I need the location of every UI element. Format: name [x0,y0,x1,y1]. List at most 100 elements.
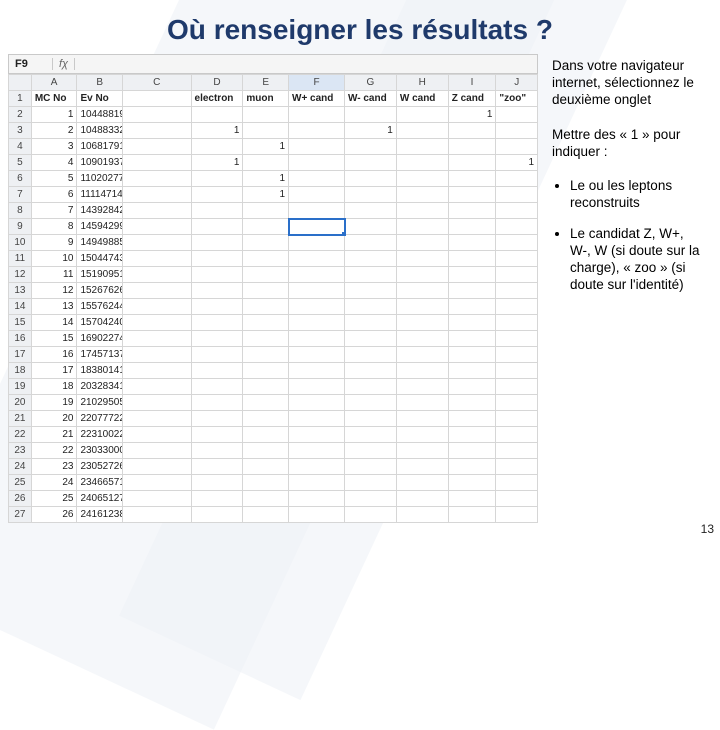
cell[interactable] [191,459,243,475]
cell[interactable] [191,235,243,251]
cell[interactable] [345,363,397,379]
cell[interactable] [496,171,538,187]
col-header-C[interactable]: C [123,75,191,91]
cell[interactable] [345,107,397,123]
cell[interactable] [345,411,397,427]
row-header[interactable]: 15 [9,315,32,331]
cell[interactable] [345,331,397,347]
row-header[interactable]: 14 [9,299,32,315]
cell[interactable] [396,491,448,507]
cell[interactable] [345,187,397,203]
header-cell[interactable]: Z cand [448,91,496,107]
cell[interactable] [191,491,243,507]
cell[interactable] [448,155,496,171]
cell[interactable] [243,459,289,475]
cell[interactable] [345,139,397,155]
cell[interactable] [345,443,397,459]
cell[interactable] [345,475,397,491]
cell[interactable] [496,235,538,251]
cell[interactable] [345,507,397,523]
cell[interactable] [123,267,191,283]
cell[interactable] [191,171,243,187]
cell[interactable] [448,283,496,299]
name-box[interactable]: F9 [9,58,53,70]
cell[interactable]: 152676268 [77,283,123,299]
row-header[interactable]: 3 [9,123,32,139]
row-header[interactable]: 2 [9,107,32,123]
cell[interactable]: 157042403 [77,315,123,331]
cell[interactable] [496,299,538,315]
row-header[interactable]: 8 [9,203,32,219]
cell[interactable] [191,379,243,395]
cell[interactable] [448,251,496,267]
cell[interactable] [243,347,289,363]
col-header-H[interactable]: H [396,75,448,91]
cell[interactable]: 220777227 [77,411,123,427]
cell[interactable] [123,107,191,123]
cell[interactable] [345,459,397,475]
cell[interactable]: 5 [31,171,77,187]
cell[interactable] [289,123,345,139]
cell[interactable] [496,267,538,283]
cell[interactable] [448,235,496,251]
cell[interactable]: 106817913 [77,139,123,155]
cell[interactable] [123,171,191,187]
cell[interactable]: 169022745 [77,331,123,347]
cell[interactable] [496,507,538,523]
cell[interactable] [243,507,289,523]
row-header[interactable]: 4 [9,139,32,155]
cell[interactable] [496,491,538,507]
cell[interactable] [448,267,496,283]
fx-icon[interactable]: fχ [53,58,75,70]
cell[interactable]: 210295050 [77,395,123,411]
cell[interactable]: 10 [31,251,77,267]
cell[interactable] [496,443,538,459]
row-header[interactable]: 24 [9,459,32,475]
cell[interactable] [496,347,538,363]
cell[interactable]: 9 [31,235,77,251]
col-header-J[interactable]: J [496,75,538,91]
cell[interactable] [123,427,191,443]
row-header[interactable]: 7 [9,187,32,203]
cell[interactable] [289,171,345,187]
cell[interactable]: 21 [31,427,77,443]
cell[interactable] [191,267,243,283]
cell[interactable]: 143928422 [77,203,123,219]
cell[interactable]: 1 [448,107,496,123]
cell[interactable] [345,347,397,363]
cell[interactable] [243,107,289,123]
corner-cell[interactable] [9,75,32,91]
cell[interactable] [191,363,243,379]
row-header[interactable]: 21 [9,411,32,427]
cell[interactable] [396,219,448,235]
cell[interactable] [396,507,448,523]
cell[interactable] [396,171,448,187]
cell[interactable] [496,139,538,155]
cell[interactable] [243,411,289,427]
cell[interactable] [345,427,397,443]
cell[interactable] [396,283,448,299]
cell[interactable] [448,475,496,491]
cell[interactable] [396,347,448,363]
cell[interactable] [289,507,345,523]
cell[interactable]: 174571372 [77,347,123,363]
cell[interactable] [243,315,289,331]
col-header-G[interactable]: G [345,75,397,91]
cell[interactable] [396,155,448,171]
cell[interactable] [496,283,538,299]
cell[interactable] [345,299,397,315]
cell[interactable] [345,219,397,235]
cell[interactable] [123,187,191,203]
cell[interactable] [448,315,496,331]
cell[interactable] [191,395,243,411]
cell[interactable] [496,427,538,443]
cell[interactable]: 111147144 [77,187,123,203]
cell[interactable]: 6 [31,187,77,203]
cell[interactable] [396,427,448,443]
cell[interactable] [448,299,496,315]
cell[interactable] [448,363,496,379]
cell[interactable] [396,299,448,315]
cell[interactable] [191,411,243,427]
cell[interactable] [289,155,345,171]
grid[interactable]: ABCDEFGHIJ 1MC NoEv NoelectronmuonW+ can… [8,74,538,523]
